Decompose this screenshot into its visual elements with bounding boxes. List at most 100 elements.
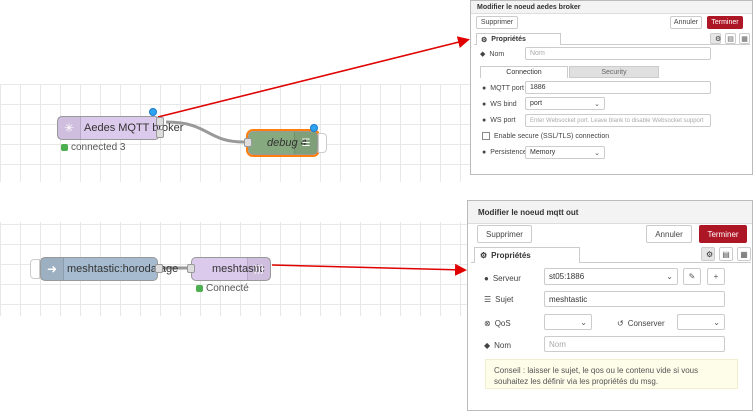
mqtt-port-input[interactable]: 1886 [525,81,711,94]
globe-icon: ● [482,100,487,108]
broker-done-button[interactable]: Terminer [707,16,743,29]
mqtt-tab-properties[interactable]: ⚙ Propriétés [474,247,580,263]
secure-row: Enable secure (SSL/TLS) connection [482,130,609,142]
subtab-connection[interactable]: Connection [480,66,568,78]
mqtt-delete-button[interactable]: Supprimer [477,225,532,243]
globe-icon: ● [482,148,487,156]
target-icon: ⊗ [484,318,491,328]
broker-cancel-button[interactable]: Annuler [670,16,702,29]
list-icon: ☰ [484,294,492,304]
mqtt-tab-properties-label: Propriétés [491,251,531,260]
topic-label-text: Sujet [495,294,514,304]
server-label: ● Serveur [484,270,521,286]
mqtt-out-node[interactable]: meshtastic ))) [191,257,271,281]
chevron-down-icon: ⌄ [594,149,600,157]
persistence-value: Memory [530,149,556,156]
debug-toggle-button[interactable] [318,133,327,153]
tip-box: Conseil : laisser le sujet, le qos ou le… [485,359,738,389]
debug-input-port[interactable] [244,138,252,147]
mqtt-cancel-button[interactable]: Annuler [646,225,692,243]
add-server-plus-icon[interactable]: + [707,268,725,285]
mqtt-port-label: ● MQTT port [482,82,524,94]
ws-bind-value: port [530,100,543,107]
debug-node[interactable]: debug 4 ☰ [246,129,320,157]
broker-edit-panel: Modifier le noeud aedes broker Supprimer… [470,0,753,175]
history-icon: ↺ [617,318,624,328]
ws-bind-label-text: WS bind [490,100,517,108]
mqtt-port-label-text: MQTT port [490,84,524,92]
topic-label: ☰ Sujet [484,291,513,307]
chevron-down-icon: ⌄ [580,317,587,327]
retain-select[interactable]: ⌄ [677,314,725,330]
broker-name-label: ◆ Nom [480,48,504,60]
status-dot-icon [196,285,203,292]
edit-server-pencil-icon[interactable]: ✎ [683,268,701,285]
description-icon[interactable]: ▤ [719,247,733,261]
persistence-label: ● Persistence [482,146,527,158]
mqtt-status-text: Connecté [206,283,249,294]
tag-icon: ◆ [480,51,486,58]
server-value: st05:1886 [549,272,585,281]
topic-input[interactable]: meshtastic [544,291,725,307]
globe-icon: ● [482,116,487,124]
aedes-changed-indicator [149,108,157,116]
list-icon: ☰ [294,132,317,154]
mqtt-status: Connecté [196,283,249,294]
persistence-select[interactable]: Memory ⌄ [525,146,605,159]
mqtt-panel-title: Modifier le noeud mqtt out [478,207,579,217]
description-icon[interactable]: ▤ [725,33,736,44]
tag-icon: ◆ [484,340,491,350]
retain-label-text: Conserver [627,318,665,328]
ws-port-label: ● WS port [482,114,516,126]
qos-label-text: QoS [494,318,511,328]
aedes-status-text: connected 3 [71,142,126,153]
settings-gear-icon[interactable]: ⚙ [701,247,715,261]
debug-changed-indicator [310,124,318,132]
chevron-down-icon: ⌄ [666,272,673,281]
mqtt-done-button[interactable]: Terminer [699,225,747,243]
status-dot-icon [61,144,68,151]
wifi-icon: ))) [247,258,270,280]
mqtt-panel-header: Modifier le noeud mqtt out [468,201,752,224]
retain-label: ↺ Conserver [617,315,665,331]
qos-select[interactable]: ⌄ [544,314,592,330]
broker-tab-properties[interactable]: ⚙ Propriétés [476,33,561,45]
appearance-icon[interactable]: ▦ [737,247,751,261]
gear-icon: ⚙ [480,251,488,260]
globe-icon: ● [484,273,489,283]
server-select[interactable]: st05:1886 ⌄ [544,268,678,285]
ws-port-input[interactable]: Enter Websocket port. Leave blank to dis… [525,114,711,127]
ws-bind-label: ● WS bind [482,98,517,110]
aedes-output-port-2[interactable] [156,129,164,138]
inject-output-port[interactable] [155,264,163,273]
broker-name-label-text: Nom [489,50,505,58]
broker-panel-header: Modifier le noeud aedes broker [471,1,752,14]
ws-bind-select[interactable]: port ⌄ [525,97,605,110]
aedes-broker-node[interactable]: ✳ Aedes MQTT broker [57,116,183,140]
aedes-output-port[interactable] [156,117,164,126]
inject-node[interactable]: ➜ meshtastic:horodatage [40,257,178,281]
chevron-down-icon: ⌄ [594,100,600,108]
qos-label: ⊗ QoS [484,315,511,331]
broker-panel-title: Modifier le noeud aedes broker [477,3,581,11]
mqtt-edit-panel: Modifier le noeud mqtt out Supprimer Ann… [467,200,753,411]
appearance-icon[interactable]: ▦ [739,33,750,44]
mqtt-input-port[interactable] [187,264,195,273]
chevron-down-icon: ⌄ [713,317,720,327]
aedes-status: connected 3 [61,142,126,153]
gear-icon: ⚙ [481,36,488,44]
broker-delete-button[interactable]: Supprimer [476,16,518,29]
broker-tab-properties-label: Propriétés [491,36,526,43]
canvas-gap [0,182,470,222]
settings-gear-icon[interactable]: ⚙ [710,33,721,44]
mqtt-name-label: ◆ Nom [484,337,511,353]
aedes-node-label: Aedes MQTT broker [84,122,184,134]
subtab-security[interactable]: Security [569,66,659,78]
inject-trigger-button[interactable] [30,259,40,279]
broker-name-input[interactable]: Nom [525,47,711,60]
mqtt-name-label-text: Nom [494,340,512,350]
server-label-text: Serveur [492,273,521,283]
secure-checkbox[interactable] [482,132,490,140]
arrow-right-icon: ➜ [41,258,64,280]
mqtt-name-input[interactable]: Nom [544,336,725,352]
